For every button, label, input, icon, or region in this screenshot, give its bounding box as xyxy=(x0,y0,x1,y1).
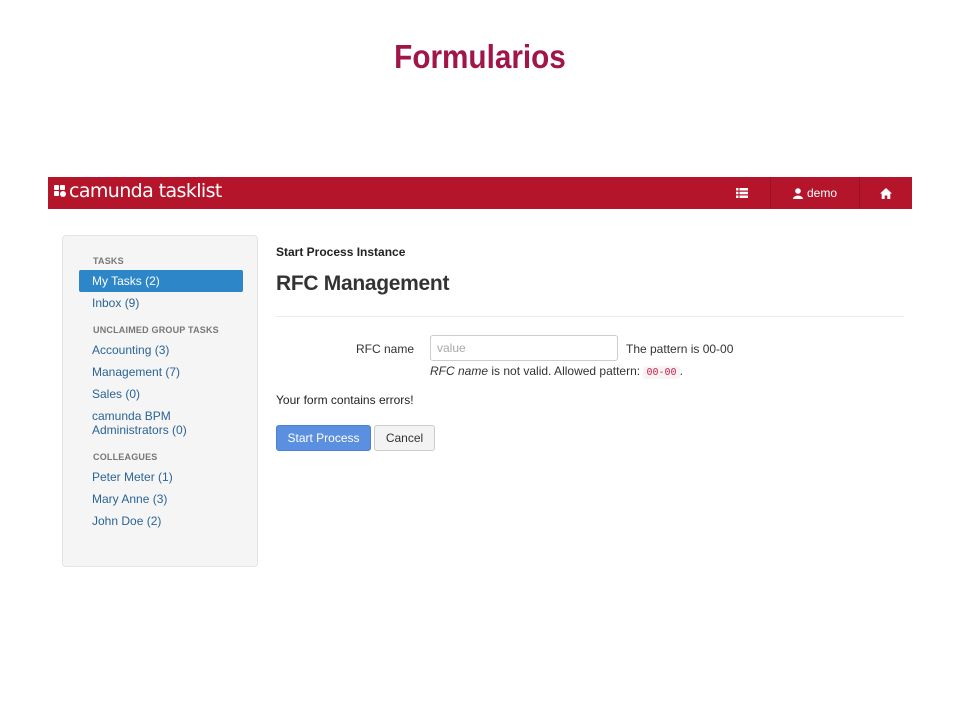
rfc-name-input[interactable] xyxy=(430,335,618,361)
tasklist-app: camunda tasklist demo TASKS My Tasks (2)… xyxy=(48,177,912,597)
sidebar-item-management[interactable]: Management (7) xyxy=(79,361,243,383)
brand[interactable]: camunda tasklist xyxy=(54,180,222,202)
form-errors-message: Your form contains errors! xyxy=(276,393,414,407)
rfc-name-row: RFC name The pattern is 00-00 RFC name i… xyxy=(276,317,904,383)
navbar-actions: demo xyxy=(714,177,912,209)
camunda-logo-icon xyxy=(54,185,66,197)
slide-title: Formularios xyxy=(394,38,566,75)
sidebar-item-john-doe[interactable]: John Doe (2) xyxy=(79,510,243,532)
start-process-button[interactable]: Start Process xyxy=(276,425,371,451)
user-menu[interactable]: demo xyxy=(770,177,859,209)
user-name: demo xyxy=(806,186,838,200)
rfc-name-label: RFC name xyxy=(356,342,415,356)
sidebar-item-inbox[interactable]: Inbox (9) xyxy=(79,292,243,314)
error-text: is not valid. Allowed pattern: xyxy=(491,364,641,378)
form-actions: Start Process Cancel xyxy=(276,425,904,451)
sidebar-item-mary-anne[interactable]: Mary Anne (3) xyxy=(79,488,243,510)
user-icon xyxy=(792,187,803,199)
pattern-hint: The pattern is 00-00 xyxy=(626,342,734,356)
error-end: . xyxy=(679,364,683,378)
error-field-name: RFC name xyxy=(430,364,489,378)
colleagues-list: Peter Meter (1) Mary Anne (3) John Doe (… xyxy=(79,466,243,532)
list-icon xyxy=(736,188,748,198)
group-tasks-list: Accounting (3) Management (7) Sales (0) … xyxy=(79,339,243,441)
sidebar: TASKS My Tasks (2) Inbox (9) UNCLAIMED G… xyxy=(62,235,258,567)
page-title: RFC Management xyxy=(276,272,450,295)
breadcrumb: Start Process Instance xyxy=(276,245,406,259)
task-list-button[interactable] xyxy=(714,177,770,209)
sidebar-item-accounting[interactable]: Accounting (3) xyxy=(79,339,243,361)
sidebar-item-peter-meter[interactable]: Peter Meter (1) xyxy=(79,466,243,488)
validation-error: RFC name is not valid. Allowed pattern: … xyxy=(430,364,683,379)
navbar: camunda tasklist demo xyxy=(48,177,912,209)
sidebar-item-my-tasks[interactable]: My Tasks (2) xyxy=(79,270,243,292)
sidebar-item-sales[interactable]: Sales (0) xyxy=(79,383,243,405)
tasks-list: My Tasks (2) Inbox (9) xyxy=(79,270,243,314)
cancel-button[interactable]: Cancel xyxy=(374,425,435,451)
error-pattern: 00-00 xyxy=(643,366,680,379)
brand-name: camunda tasklist xyxy=(69,180,222,202)
main-content: Start Process Instance RFC Management RF… xyxy=(276,235,904,451)
group-tasks-header: UNCLAIMED GROUP TASKS xyxy=(93,325,219,335)
colleagues-header: COLLEAGUES xyxy=(93,452,158,462)
sidebar-item-administrators[interactable]: camunda BPM Administrators (0) xyxy=(79,405,225,441)
home-button[interactable] xyxy=(859,177,912,209)
tasks-header: TASKS xyxy=(93,256,124,266)
home-icon xyxy=(880,187,892,199)
